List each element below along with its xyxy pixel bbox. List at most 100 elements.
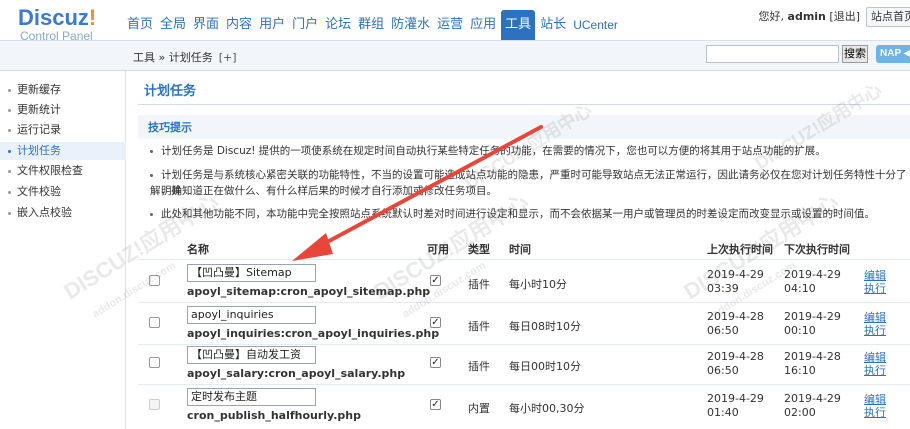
row-divider [138,344,910,345]
nav-tab-10[interactable]: 应用 [468,10,498,40]
task-type: 插件 [468,360,490,373]
edit-link[interactable]: 编辑 [864,352,886,364]
sidebar-item-6[interactable]: 嵌入点校验 [8,204,72,222]
nav-tab-9[interactable]: 运营 [435,10,465,40]
run-link[interactable]: 执行 [864,283,886,295]
task-enabled-checkbox[interactable]: ✓ [430,275,441,286]
next-run-time: 00:10 [784,324,816,337]
edit-link[interactable]: 编辑 [864,312,886,324]
task-time: 每日00时10分 [509,360,581,373]
bullet-icon [8,149,11,153]
site-home-button[interactable]: 站点首页 [866,7,910,27]
task-type: 插件 [468,320,490,333]
task-file: apoyl_salary:cron_apoyl_salary.php [187,367,406,380]
logo[interactable]: Discuz! Control Panel [18,6,128,43]
row-select-checkbox[interactable] [149,317,160,328]
row-select-checkbox[interactable] [149,275,160,286]
sidebar-item-label: 文件权限检查 [17,164,83,177]
sidebar-item-2[interactable]: 运行记录 [8,121,61,139]
last-run-time: 03:39 [707,282,739,295]
nav-tab-4[interactable]: 用户 [257,10,287,40]
last-run-date: 2019-4-29 [707,392,764,405]
breadcrumb-text: 工具 » 计划任务 [133,51,213,64]
run-link[interactable]: 执行 [864,365,886,377]
col-header-next-run: 下次执行时间 [784,243,850,256]
task-name-input[interactable]: 【凹凸曼】自动发工资 [187,346,316,364]
nav-tab-2[interactable]: 界面 [191,10,221,40]
search-input[interactable] [706,45,839,63]
last-run-time: 01:40 [707,406,739,419]
task-name-input[interactable]: 定时发布主题 [187,388,316,406]
edit-link[interactable]: 编辑 [864,394,886,406]
nav-tab-1[interactable]: 全局 [158,10,188,40]
nav-tab-13[interactable]: UCenter [571,10,620,40]
last-run-date: 2019-4-29 [707,268,764,281]
tip-3: 此处和其他功能不同，本功能中完全按照站点系统默认时差对时间进行设定和显示，而不会… [150,206,875,222]
col-header-name: 名称 [187,243,209,256]
col-header-last-run: 上次执行时间 [707,243,773,256]
nav-tab-12[interactable]: 站长 [538,10,568,40]
title-divider [138,104,910,105]
bullet-icon [8,128,11,132]
col-header-time: 时间 [509,243,531,256]
task-time: 每小时00,30分 [509,402,585,415]
tip-2-cont: 明确知道正在做什么、有什么样后果的时候才自行添加或修改任务项目。 [161,185,497,197]
row-divider [138,384,910,385]
nav-tab-11[interactable]: 工具 [501,10,536,40]
row-select-checkbox[interactable] [149,399,160,410]
row-divider [138,302,910,303]
sidebar-item-1[interactable]: 更新统计 [8,101,61,119]
sidebar-item-3[interactable]: 计划任务 [8,142,61,160]
task-file: apoyl_sitemap:cron_apoyl_sitemap.php [187,285,431,298]
task-name-input[interactable]: apoyl_inquiries [187,306,316,324]
last-run-time: 06:50 [707,324,739,337]
col-header-type: 类型 [468,243,490,256]
tips-title: 技巧提示 [148,121,192,134]
task-file: apoyl_inquiries:cron_apoyl_inquiries.php [187,327,440,340]
header-divider [138,259,910,260]
next-run-time: 02:00 [784,406,816,419]
edit-link[interactable]: 编辑 [864,270,886,282]
task-enabled-checkbox[interactable]: ✓ [430,317,441,328]
task-name-input[interactable]: 【凹凸曼】Sitemap [187,264,316,282]
bullet-icon [8,211,11,215]
next-run-time: 04:10 [784,282,816,295]
task-enabled-checkbox[interactable]: ✓ [430,357,441,368]
page-title: 计划任务 [144,84,197,99]
nav-tab-3[interactable]: 内容 [224,10,254,40]
nav-tab-8[interactable]: 防灌水 [389,10,432,40]
nav-tab-5[interactable]: 门户 [290,10,320,40]
bullet-icon [8,108,11,112]
nap-button[interactable]: NAP ◀ [876,45,910,63]
user-bar: 您好, admin [退出] [759,8,860,24]
nav-tab-0[interactable]: 首页 [125,10,155,40]
add-shortcut-link[interactable]: [+] [219,51,237,64]
page: Discuz! Control Panel 首页 全局 界面 内容 用户 门户 论坛 群组 防灌… [0,0,910,429]
logo-bang: ! [88,5,97,30]
logo-text: Discuz [18,5,89,30]
greeting-text: 您好, [758,10,785,23]
sidebar-item-label: 更新缓存 [17,83,61,96]
last-run-date: 2019-4-28 [707,350,764,363]
sidebar-item-0[interactable]: 更新缓存 [8,81,61,99]
run-link[interactable]: 执行 [864,407,886,419]
next-run-date: 2019-4-29 [784,392,841,405]
row-select-checkbox[interactable] [149,357,160,368]
next-run-date: 2019-4-29 [784,310,841,323]
logout-link[interactable]: [退出] [829,10,860,23]
sidebar-item-5[interactable]: 文件校验 [8,183,61,201]
run-link[interactable]: 执行 [864,325,886,337]
last-run-date: 2019-4-28 [707,310,764,323]
sidebar-item-label: 嵌入点校验 [17,206,72,219]
sidebar-item-4[interactable]: 文件权限检查 [8,162,83,180]
bullet-icon [8,190,11,194]
nav-tab-7[interactable]: 群组 [356,10,386,40]
nav-tab-6[interactable]: 论坛 [323,10,353,40]
task-enabled-checkbox[interactable]: ✓ [430,399,441,410]
next-run-time: 16:10 [784,364,816,377]
task-file: cron_publish_halfhourly.php [187,409,361,422]
tips-header [138,115,910,139]
task-type: 插件 [468,278,490,291]
search-button[interactable]: 搜索 [842,45,868,63]
next-run-date: 2019-4-28 [784,350,841,363]
